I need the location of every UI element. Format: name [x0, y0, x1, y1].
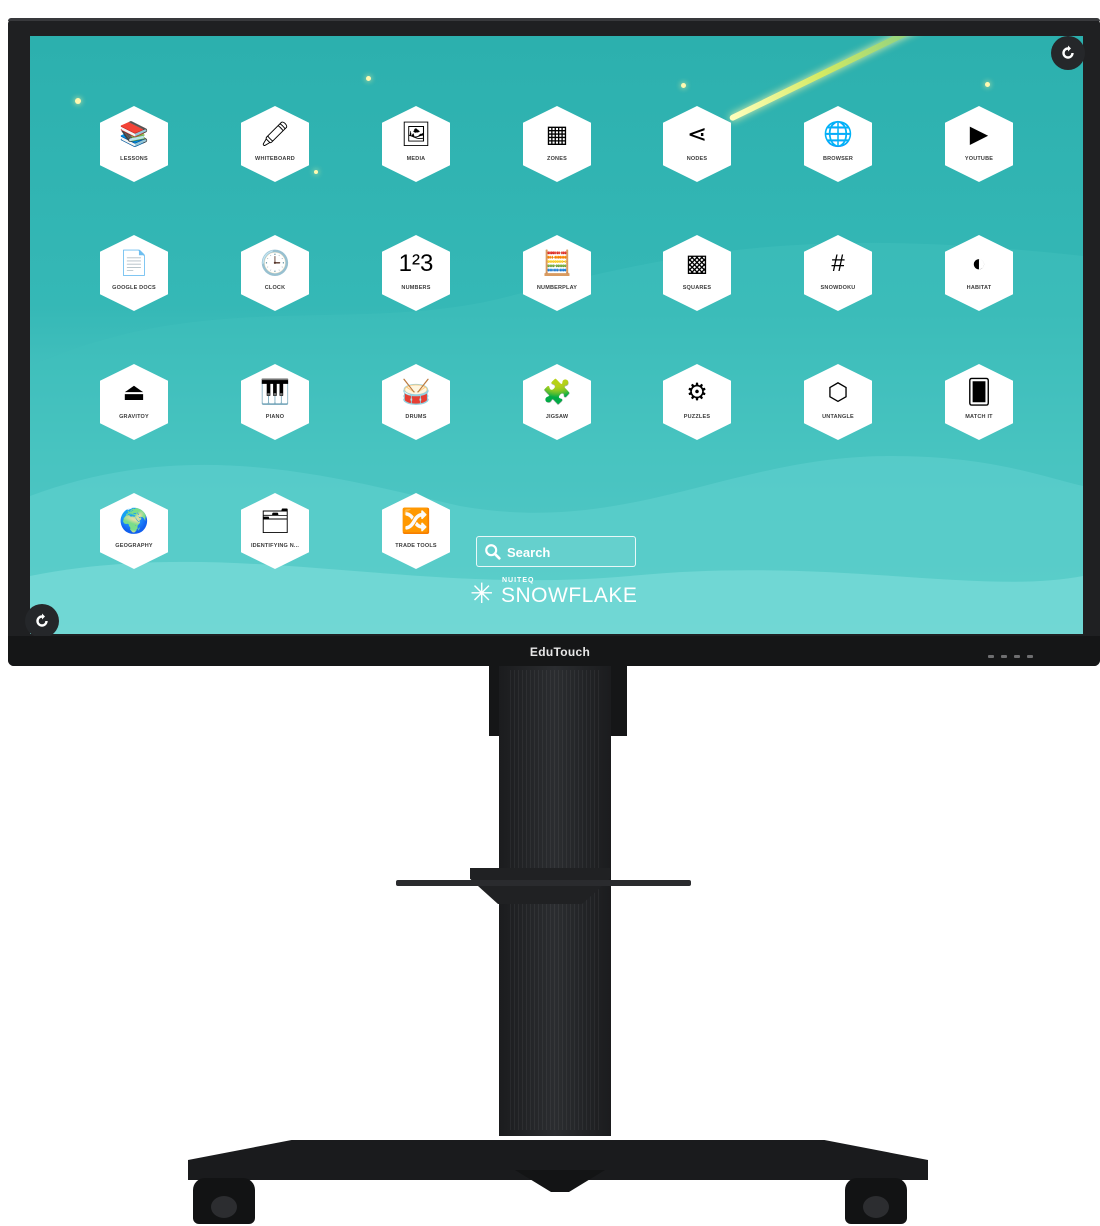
app-tile-gravitoy[interactable]: ⏏ GRAVITOY — [100, 364, 168, 440]
drum-icon: 🥁 — [401, 379, 431, 406]
app-tile-browser[interactable]: 🌐 BROWSER — [804, 106, 872, 182]
caster-wheel-left — [193, 1178, 255, 1224]
app-tile-drums[interactable]: 🥁 DRUMS — [382, 364, 450, 440]
sudoku-grid-icon: # — [831, 250, 845, 277]
cards-icon: 🂠 — [966, 379, 992, 406]
weight-icon: ⏏ — [122, 379, 146, 406]
piano-keys-icon: 🎹 — [260, 379, 290, 406]
picture-frame-icon: 🖼 — [400, 121, 432, 148]
globe-stand-icon: 🌍 — [119, 508, 149, 535]
app-tile-label: SQUARES — [682, 285, 712, 291]
app-tile-label: DRUMS — [405, 414, 427, 420]
caster-wheel-right — [845, 1178, 907, 1224]
app-tile-label: HABITAT — [966, 285, 992, 291]
marker-icon: 🖍 — [259, 121, 291, 148]
snowflake-star-icon: ✳ — [470, 578, 494, 609]
app-tile-match-it[interactable]: 🂠 MATCH IT — [945, 364, 1013, 440]
app-tile-piano[interactable]: 🎹 PIANO — [241, 364, 309, 440]
app-tile-youtube[interactable]: ▶ YOUTUBE — [945, 106, 1013, 182]
app-tile-google-docs[interactable]: 📄 GOOGLE DOCS — [100, 235, 168, 311]
calculator-icon: 🧮 — [542, 250, 572, 277]
puzzle-piece-icon: 🧩 — [542, 379, 572, 406]
app-tile-puzzles[interactable]: ⚙ PUZZLES — [663, 364, 731, 440]
app-tile-label: UNTANGLE — [822, 414, 854, 420]
logo-product: SNOWFLAKE — [501, 584, 638, 607]
app-tile-habitat[interactable]: ◐ HABITAT — [945, 235, 1013, 311]
search-placeholder: Search — [507, 545, 551, 560]
app-tile-label: IDENTIFYING N... — [250, 543, 300, 549]
app-tile-label: WHITEBOARD — [255, 156, 295, 162]
document-icon: 📄 — [119, 250, 149, 277]
app-tile-label: TRADE TOOLS — [395, 543, 437, 549]
app-tile-zones[interactable]: ▦ ZONES — [523, 106, 591, 182]
app-tile-label: MEDIA — [406, 156, 426, 162]
refresh-icon — [1062, 45, 1074, 59]
app-tile-media[interactable]: 🖼 MEDIA — [382, 106, 450, 182]
app-tile-whiteboard[interactable]: 🖍 WHITEBOARD — [241, 106, 309, 182]
network-icon: ⬡ — [827, 379, 849, 406]
app-tile-squares[interactable]: ▩ SQUARES — [663, 235, 731, 311]
logo-vendor: NUITEQ — [502, 577, 535, 584]
app-tile-identifying-n[interactable]: 🗂 IDENTIFYING N... — [241, 493, 309, 569]
app-tile-clock[interactable]: 🕒 CLOCK — [241, 235, 309, 311]
app-tile-lessons[interactable]: 📚 LESSONS — [100, 106, 168, 182]
app-tile-snowdoku[interactable]: # SNOWDOKU — [804, 235, 872, 311]
app-tile-label: NUMBERPLAY — [536, 285, 578, 291]
brand-label: EduTouch — [529, 645, 591, 659]
display-top-edge — [8, 18, 1100, 21]
app-tile-label: YOUTUBE — [964, 156, 994, 162]
app-tile-numberplay[interactable]: 🧮 NUMBERPLAY — [523, 235, 591, 311]
app-tile-trade-tools[interactable]: 🔀 TRADE TOOLS — [382, 493, 450, 569]
zones-grid-icon: ▦ — [545, 121, 569, 148]
globe-icon: 🌐 — [823, 121, 853, 148]
app-tile-label: SNOWDOKU — [820, 285, 856, 291]
trade-tools-icon: 🔀 — [401, 508, 431, 535]
app-tile-label: LESSONS — [120, 156, 148, 162]
stand-shelf — [396, 880, 691, 886]
search-input[interactable]: Search — [476, 536, 636, 567]
app-tile-nodes[interactable]: ⋖ NODES — [663, 106, 731, 182]
app-tile-label: NUMBERS — [401, 285, 431, 291]
app-tile-label: MATCH IT — [965, 414, 993, 420]
app-tile-label: GRAVITOY — [119, 414, 149, 420]
books-icon: 📚 — [119, 121, 149, 148]
app-tile-untangle[interactable]: ⬡ UNTANGLE — [804, 364, 872, 440]
corner-menu-button-bottom-left[interactable] — [25, 604, 59, 638]
youtube-icon: ▶ — [969, 121, 989, 148]
refresh-icon — [36, 613, 48, 627]
app-tile-label: ZONES — [547, 156, 567, 162]
clock-icon: 🕒 — [260, 250, 290, 277]
front-panel-buttons[interactable] — [988, 655, 1033, 658]
share-nodes-icon: ⋖ — [686, 121, 708, 148]
app-tile-label: BROWSER — [822, 156, 854, 162]
search-icon — [485, 544, 501, 560]
squares-grid-icon: ▩ — [685, 250, 709, 277]
flashcards-icon: 🗂 — [259, 508, 291, 535]
app-tile-geography[interactable]: 🌍 GEOGRAPHY — [100, 493, 168, 569]
habitat-icon: ◐ — [971, 250, 987, 277]
app-tile-label: CLOCK — [264, 285, 286, 291]
app-tile-label: JIGSAW — [545, 414, 569, 420]
gears-icon: ⚙ — [686, 379, 708, 406]
app-tile-label: GOOGLE DOCS — [112, 285, 156, 291]
app-tile-label: GEOGRAPHY — [115, 543, 153, 549]
snowflake-logo: ✳ NUITEQ SNOWFLAKE — [470, 576, 650, 610]
app-tile-label: PIANO — [265, 414, 285, 420]
app-tile-numbers[interactable]: 1²3 NUMBERS — [382, 235, 450, 311]
app-tile-label: NODES — [686, 156, 708, 162]
stand-bracket-right — [609, 666, 627, 736]
app-tile-jigsaw[interactable]: 🧩 JIGSAW — [523, 364, 591, 440]
app-tile-label: PUZZLES — [683, 414, 711, 420]
corner-menu-button-top-right[interactable] — [1051, 36, 1085, 70]
numbers-123-icon: 1²3 — [398, 250, 434, 277]
touchscreen[interactable]: 📚 LESSONS 🖍 WHITEBOARD 🖼 MEDIA ▦ ZONES ⋖ NODES 🌐 BR… — [30, 36, 1083, 634]
stand-base-center — [515, 1170, 605, 1192]
